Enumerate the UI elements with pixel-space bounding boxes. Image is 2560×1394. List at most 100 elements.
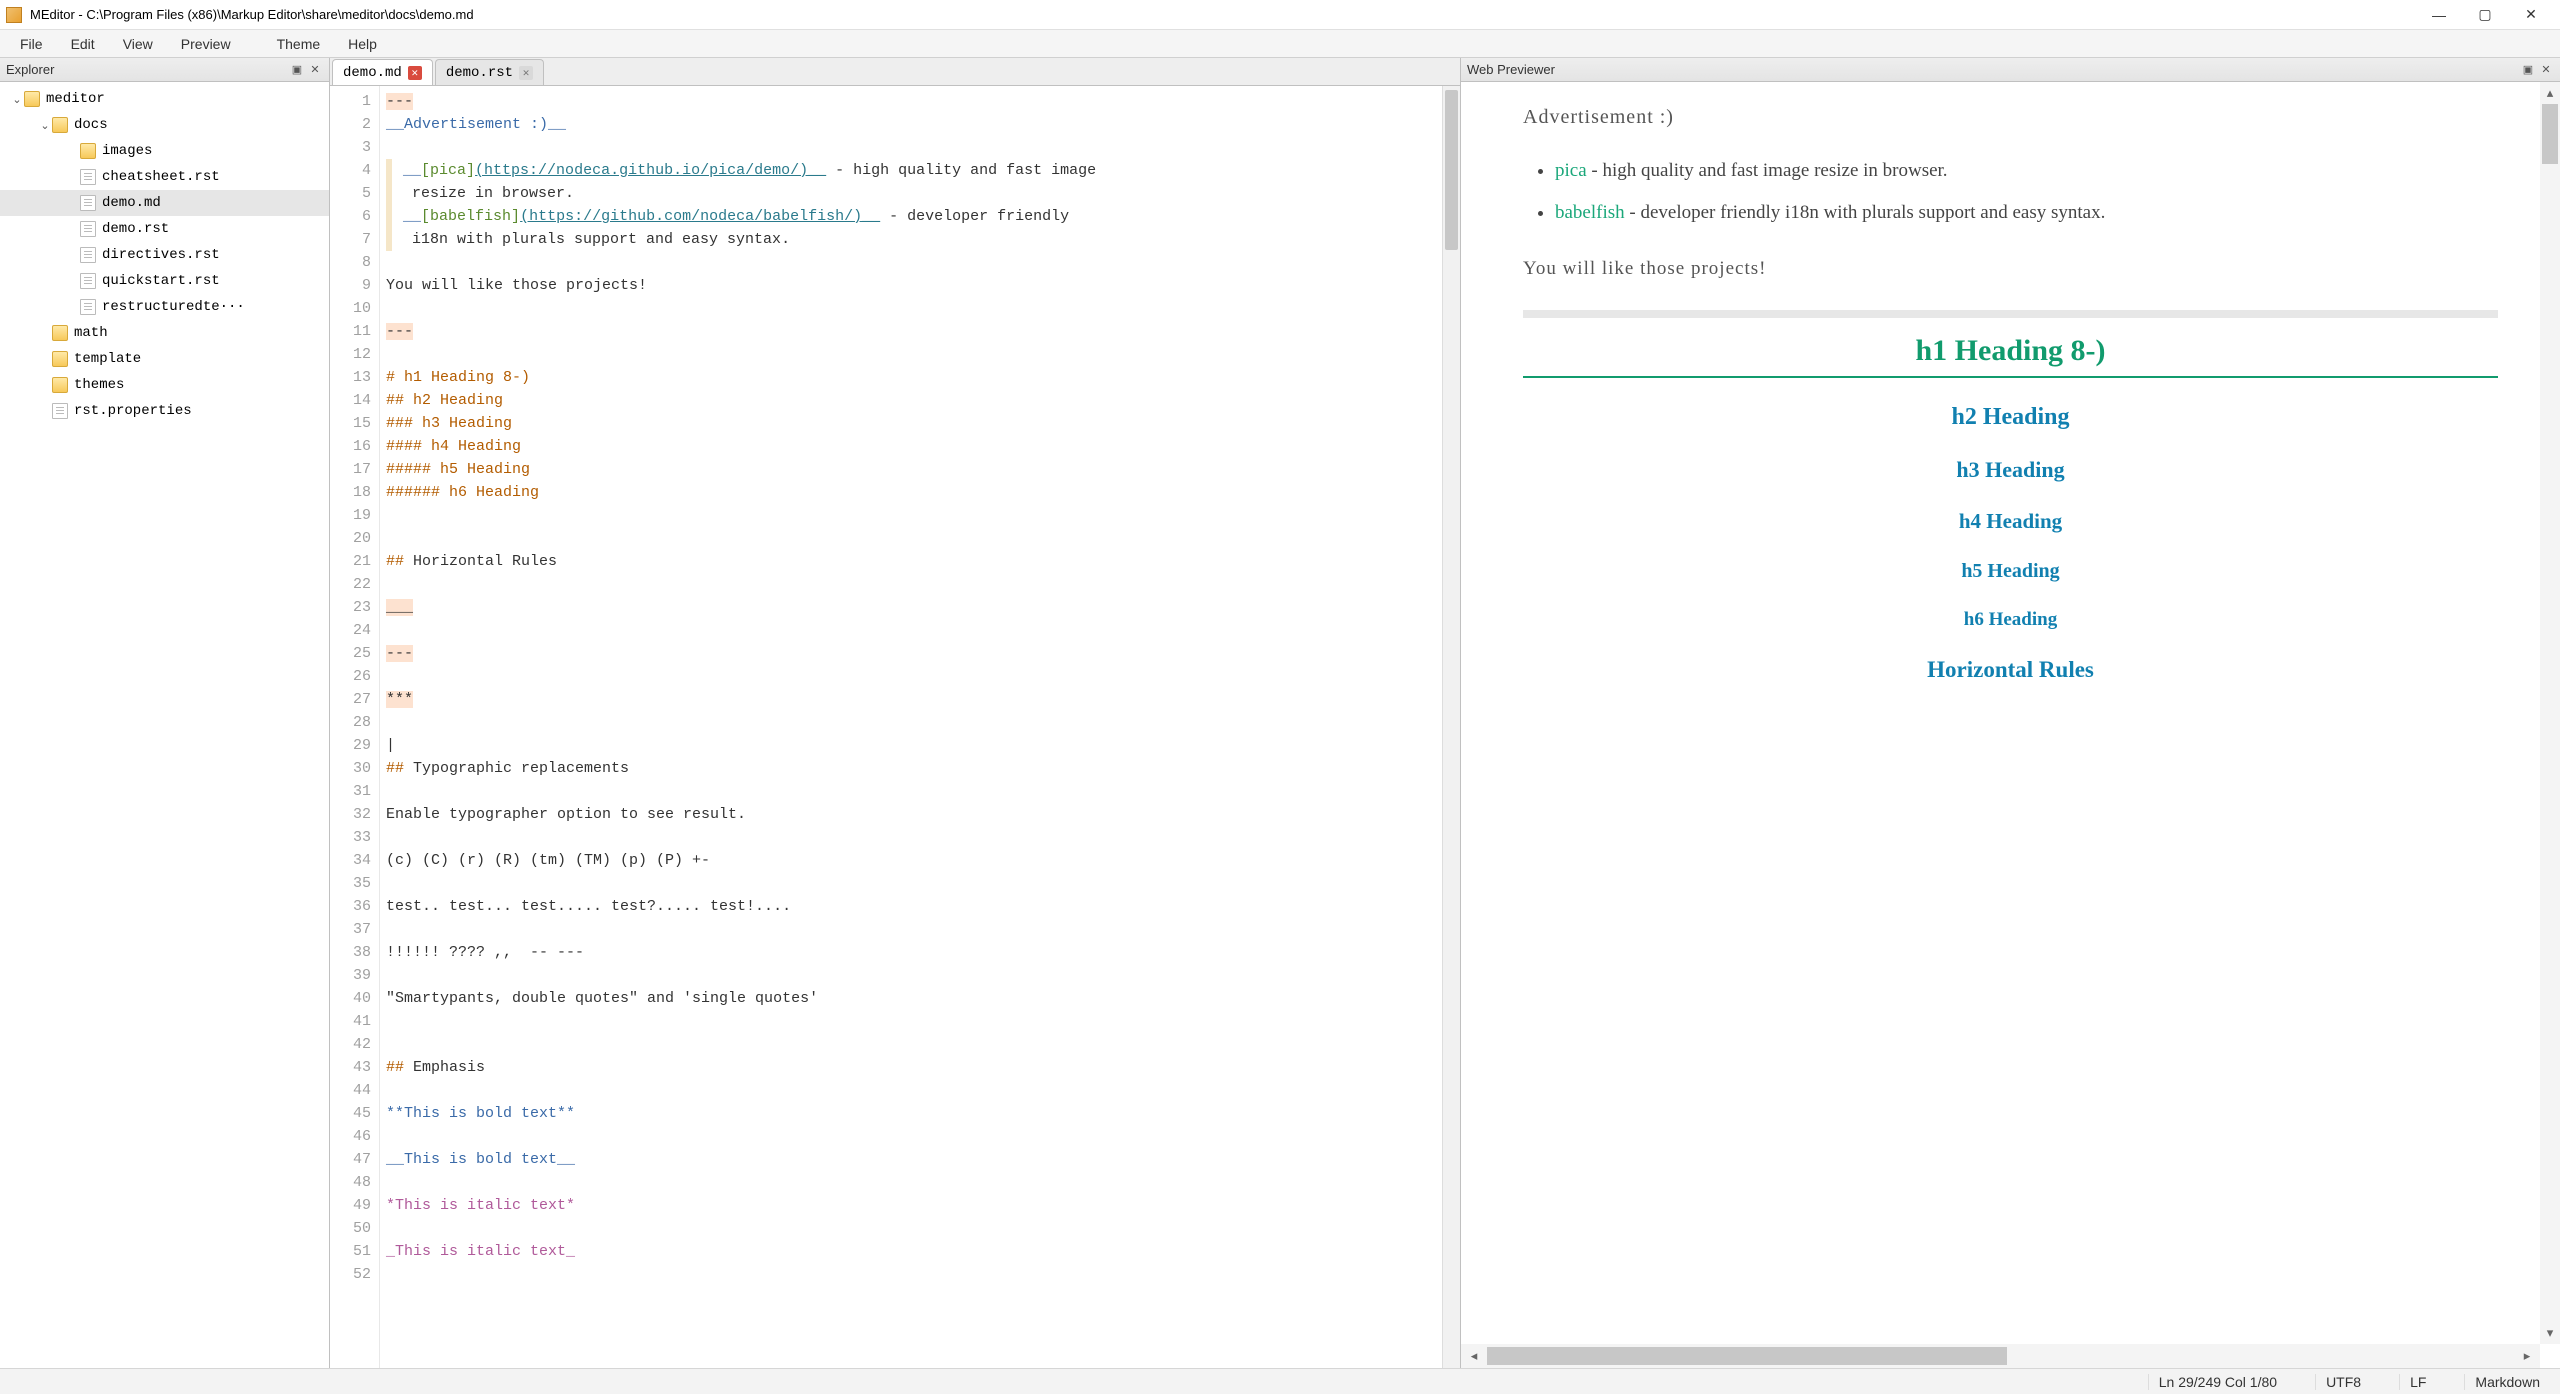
folder-icon (52, 377, 68, 393)
tree-folder[interactable]: ⌄ docs (0, 112, 329, 138)
preview-vscrollbar[interactable]: ▴ ▾ (2540, 82, 2560, 1344)
explorer-header: Explorer ▣ ✕ (0, 58, 329, 82)
folder-icon (52, 351, 68, 367)
statusbar: Ln 29/249 Col 1/80 UTF8 LF Markdown (0, 1368, 2560, 1394)
minimize-button[interactable]: — (2416, 0, 2462, 30)
preview-hscrollbar[interactable]: ◂ ▸ (1461, 1344, 2540, 1368)
tree-label: cheatsheet.rst (102, 169, 220, 185)
panel-close-icon[interactable]: ✕ (307, 62, 323, 78)
tab-label: demo.md (343, 65, 402, 81)
preview-link[interactable]: babelfish (1555, 202, 1625, 223)
preview-h2: h2 Heading (1523, 404, 2498, 431)
preview-link[interactable]: pica (1555, 160, 1587, 181)
preview-hrules: Horizontal Rules (1523, 657, 2498, 683)
preview-lead: Advertisement :) (1523, 106, 2498, 129)
tree-label: rst.properties (74, 403, 192, 419)
tree-file[interactable]: rst.properties (0, 398, 329, 424)
status-language: Markdown (2464, 1374, 2550, 1390)
tree-label: docs (74, 117, 108, 133)
tree-file[interactable]: directives.rst (0, 242, 329, 268)
preview-list-item: babelfish - developer friendly i18n with… (1555, 197, 2498, 229)
file-icon (80, 273, 96, 289)
preview-hscroll-thumb[interactable] (1487, 1347, 2007, 1365)
status-position: Ln 29/249 Col 1/80 (2148, 1374, 2287, 1390)
tree-folder[interactable]: math (0, 320, 329, 346)
tree-label: directives.rst (102, 247, 220, 263)
tree-label: template (74, 351, 141, 367)
preview-title: Web Previewer (1467, 62, 1555, 77)
menu-view[interactable]: View (109, 32, 167, 56)
preview-header: Web Previewer ▣ ✕ (1461, 58, 2560, 82)
twisty-icon[interactable]: ⌄ (38, 119, 52, 132)
folder-icon (24, 91, 40, 107)
tab-demo-rst[interactable]: demo.rst ✕ (435, 59, 544, 85)
preview-h6: h6 Heading (1523, 609, 2498, 631)
tree-file[interactable]: demo.rst (0, 216, 329, 242)
tree-label: quickstart.rst (102, 273, 220, 289)
menu-preview[interactable]: Preview (167, 32, 245, 56)
app-icon (6, 7, 22, 23)
tree-folder[interactable]: template (0, 346, 329, 372)
menu-file[interactable]: File (6, 32, 57, 56)
tree-file[interactable]: quickstart.rst (0, 268, 329, 294)
file-icon (52, 403, 68, 419)
maximize-button[interactable]: ▢ (2462, 0, 2508, 30)
tree-label: images (102, 143, 152, 159)
tree-label: demo.md (102, 195, 161, 211)
folder-icon (52, 117, 68, 133)
status-eol: LF (2399, 1374, 2436, 1390)
preview-hr (1523, 310, 2498, 318)
tree-file[interactable]: cheatsheet.rst (0, 164, 329, 190)
tab-demo-md[interactable]: demo.md ✕ (332, 59, 433, 85)
tree-label: meditor (46, 91, 105, 107)
scroll-up-icon[interactable]: ▴ (2540, 82, 2560, 104)
editor-tabbar: demo.md ✕ demo.rst ✕ (330, 58, 1460, 86)
tree-folder[interactable]: ⌄ meditor (0, 86, 329, 112)
menu-theme[interactable]: Theme (263, 32, 335, 56)
window-title: MEditor - C:\Program Files (x86)\Markup … (30, 7, 2416, 22)
code-area[interactable]: ---__Advertisement :)__ __[pica](https:/… (380, 86, 1442, 1368)
tab-close-icon[interactable]: ✕ (519, 66, 533, 80)
file-icon (80, 299, 96, 315)
folder-icon (80, 143, 96, 159)
tree-label: restructuredte··· (102, 299, 245, 315)
menubar: FileEditViewPreview ThemeHelp (0, 30, 2560, 58)
scroll-down-icon[interactable]: ▾ (2540, 1322, 2560, 1344)
status-encoding: UTF8 (2315, 1374, 2371, 1390)
explorer-panel: Explorer ▣ ✕ ⌄ meditor ⌄ docs images cheatshe… (0, 58, 330, 1368)
tree-folder[interactable]: images (0, 138, 329, 164)
undock-icon[interactable]: ▣ (2520, 62, 2536, 78)
editor-scrollbar[interactable] (1442, 86, 1460, 1368)
tab-label: demo.rst (446, 65, 513, 81)
explorer-title: Explorer (6, 62, 54, 77)
preview-h1: h1 Heading 8-) (1523, 334, 2498, 378)
undock-icon[interactable]: ▣ (289, 62, 305, 78)
file-tree[interactable]: ⌄ meditor ⌄ docs images cheatsheet.rst demo.md… (0, 82, 329, 1368)
scroll-right-icon[interactable]: ▸ (2514, 1348, 2540, 1364)
tree-folder[interactable]: themes (0, 372, 329, 398)
preview-h4: h4 Heading (1523, 509, 2498, 534)
editor-panel: demo.md ✕ demo.rst ✕ 1234567891011121314151… (330, 58, 1460, 1368)
menu-edit[interactable]: Edit (57, 32, 109, 56)
preview-like: You will like those projects! (1523, 258, 2498, 280)
preview-h3: h3 Heading (1523, 457, 2498, 483)
twisty-icon[interactable]: ⌄ (10, 93, 24, 106)
editor-scroll-thumb[interactable] (1445, 90, 1458, 250)
tree-file[interactable]: restructuredte··· (0, 294, 329, 320)
tree-label: themes (74, 377, 124, 393)
tree-label: demo.rst (102, 221, 169, 237)
scroll-left-icon[interactable]: ◂ (1461, 1348, 1487, 1364)
close-button[interactable]: ✕ (2508, 0, 2554, 30)
file-icon (80, 169, 96, 185)
menu-help[interactable]: Help (334, 32, 391, 56)
tree-file[interactable]: demo.md (0, 190, 329, 216)
tab-dirty-icon[interactable]: ✕ (408, 66, 422, 80)
preview-panel: Web Previewer ▣ ✕ Advertisement :) pica … (1460, 58, 2560, 1368)
preview-vscroll-thumb[interactable] (2542, 104, 2558, 164)
panel-close-icon[interactable]: ✕ (2538, 62, 2554, 78)
titlebar: MEditor - C:\Program Files (x86)\Markup … (0, 0, 2560, 30)
editor-body[interactable]: 1234567891011121314151617181920212223242… (330, 86, 1460, 1368)
preview-body[interactable]: Advertisement :) pica - high quality and… (1461, 82, 2560, 1368)
file-icon (80, 247, 96, 263)
folder-icon (52, 325, 68, 341)
